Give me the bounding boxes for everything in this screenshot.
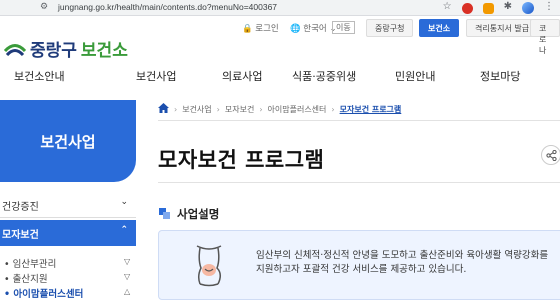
logo-subname: 보건소 [80, 40, 128, 60]
site-info-icon[interactable]: ⚙ [40, 2, 48, 12]
chevron-down-icon: ▽ [124, 272, 131, 281]
nav-item-information[interactable]: 정보마당 [480, 68, 520, 84]
section-bullet-icon [159, 208, 170, 219]
sidebar-title: 보건사업 [0, 100, 136, 182]
pregnant-woman-icon [196, 245, 222, 287]
nav-item-health-projects[interactable]: 보건사업 [136, 68, 176, 84]
nav-item-about[interactable]: 보건소안내 [14, 68, 65, 84]
profile-avatar[interactable] [522, 2, 534, 14]
description-line: 임산부의 신체적·정신적 안녕을 도모하고 출산준비와 육아생활 역량강화를 [256, 250, 549, 261]
chevron-down-icon: ⌄ [120, 197, 128, 207]
chevron-up-icon: △ [124, 287, 131, 296]
divider [158, 120, 560, 121]
language-go-button[interactable]: 이동 [332, 21, 355, 34]
description-line: 지원하고자 포괄적 건강 서비스를 제공하고 있습니다. [256, 264, 467, 275]
chevron-up-icon: ⌃ [120, 225, 128, 235]
program-description-box: 임산부의 신체적·정신적 안녕을 도모하고 출산준비와 육아생활 역량강화를 지… [158, 230, 560, 300]
main-navigation: 보건소안내 보건사업 의료사업 식품·공중위생 민원안내 정보마당 [0, 68, 560, 88]
breadcrumb: › 보건사업 › 모자보건 › 아이맘플러스센터 › 모자보건 프로그램 [158, 103, 401, 115]
sidebar-subitem-pregnant-care[interactable]: • 임산부관리 ▽ [4, 256, 130, 270]
menu-kebab-icon[interactable]: ⋮ [544, 1, 554, 14]
subitem-label: 아이맘플러스센터 [13, 289, 84, 300]
share-button[interactable] [541, 145, 560, 165]
nav-item-food-hygiene[interactable]: 식품·공중위생 [292, 68, 356, 84]
extension-orange-icon[interactable] [482, 3, 494, 14]
nav-item-civil-service[interactable]: 민원안내 [395, 68, 435, 84]
star-icon[interactable]: ☆ [443, 1, 452, 14]
sidebar-item-maternal-child[interactable]: 모자보건 ⌃ [0, 220, 136, 246]
logo-mark-icon [4, 44, 26, 57]
breadcrumb-current[interactable]: 모자보건 프로그램 [340, 104, 402, 115]
program-description: 임산부의 신체적·정신적 안녕을 도모하고 출산준비와 육아생활 역량강화를 지… [256, 249, 560, 277]
extensions-puzzle-icon[interactable]: ✱ [504, 1, 512, 14]
login-label: 로그인 [255, 24, 279, 34]
extension-red-icon[interactable] [461, 3, 473, 14]
divider [158, 182, 560, 183]
breadcrumb-item[interactable]: 아이맘플러스센터 [268, 104, 327, 115]
nav-item-medical[interactable]: 의료사업 [222, 68, 262, 84]
section-title: 사업설명 [177, 207, 220, 221]
home-icon[interactable] [158, 103, 169, 115]
sidebar-subitem-birth-support[interactable]: • 출산지원 ▽ [4, 271, 130, 285]
language-label: 한국어 [303, 24, 327, 34]
chevron-down-icon: ▽ [124, 257, 131, 266]
site-logo[interactable]: 중랑구 보건소 [4, 34, 128, 62]
tab-health-center[interactable]: 보건소 [419, 19, 460, 37]
sidebar-item-label: 모자보건 [2, 230, 39, 241]
logo-name: 중랑구 [30, 40, 77, 60]
breadcrumb-item[interactable]: 모자보건 [225, 104, 254, 115]
sidebar-subitem-imom-center[interactable]: • 아이맘플러스센터 △ [4, 286, 130, 300]
page-title: 모자보건 프로그램 [158, 148, 325, 172]
sidebar-item-health-promotion[interactable]: 건강증진 ⌄ [0, 192, 136, 218]
tab-jungnang-gu[interactable]: 중랑구청 [366, 19, 414, 37]
tab-covid[interactable]: 코로나 [530, 19, 560, 55]
tab-quarantine-notice[interactable]: 격리통지서 발급 [466, 19, 539, 37]
login-link[interactable]: 🔒 로그인 [242, 22, 279, 34]
sidebar-item-label: 건강증진 [2, 202, 39, 213]
subitem-label: 임산부관리 [12, 259, 57, 270]
breadcrumb-item[interactable]: 보건사업 [182, 104, 211, 115]
browser-address-bar: ⚙ jungnang.go.kr/health/main/contents.do… [0, 0, 560, 16]
language-select[interactable]: 🌐 한국어 ⌄ [290, 22, 337, 34]
subitem-label: 출산지원 [12, 274, 48, 285]
url-text[interactable]: jungnang.go.kr/health/main/contents.do?m… [58, 2, 277, 12]
share-icon [545, 149, 557, 161]
